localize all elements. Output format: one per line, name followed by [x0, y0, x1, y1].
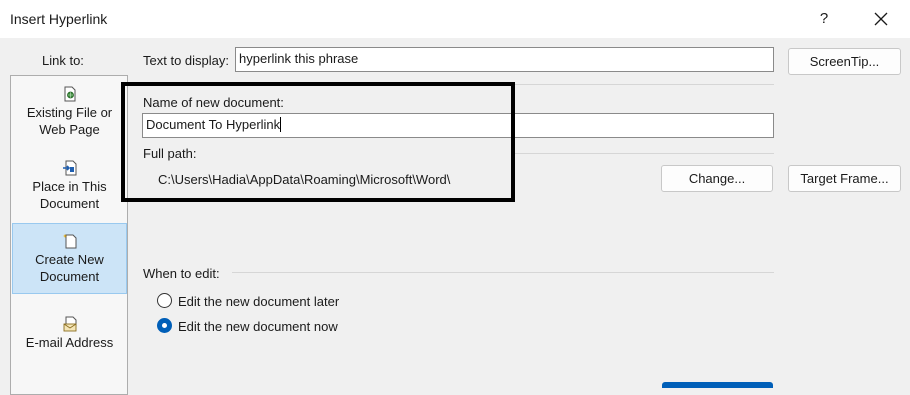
- link-to-existing-file[interactable]: Existing File or Web Page: [12, 86, 127, 138]
- link-to-existing-file-line1: Existing File or: [26, 105, 113, 120]
- edit-now-radio[interactable]: [157, 318, 172, 333]
- when-to-edit-divider: [232, 272, 774, 273]
- dialog-title: Insert Hyperlink: [10, 11, 108, 27]
- edit-later-radio[interactable]: [157, 293, 172, 308]
- link-to-existing-file-line2: Web Page: [39, 122, 100, 137]
- edit-now-label[interactable]: Edit the new document now: [178, 319, 338, 334]
- link-to-create-new-document[interactable]: Create New Document: [12, 223, 127, 294]
- section-divider: [515, 84, 774, 85]
- link-to-place-in-document[interactable]: Place in This Document: [12, 160, 127, 212]
- change-button[interactable]: Change...: [661, 165, 773, 192]
- ok-button[interactable]: [662, 382, 773, 388]
- help-button[interactable]: ?: [810, 6, 838, 32]
- email-address-icon: [63, 316, 76, 332]
- link-to-create-new-document-line2: Document: [39, 269, 100, 284]
- text-to-display-input[interactable]: hyperlink this phrase: [235, 47, 774, 72]
- edit-later-label[interactable]: Edit the new document later: [178, 294, 339, 309]
- title-bar: Insert Hyperlink ?: [0, 0, 910, 38]
- link-to-create-new-document-line1: Create New: [35, 252, 104, 267]
- link-to-place-in-document-line1: Place in This: [32, 179, 107, 194]
- link-to-label: Link to:: [42, 53, 84, 68]
- link-to-email-address-label: E-mail Address: [25, 335, 114, 350]
- target-frame-button[interactable]: Target Frame...: [788, 165, 901, 192]
- highlight-annotation-box: [121, 82, 515, 202]
- existing-file-icon: [64, 86, 75, 102]
- place-in-document-icon: [62, 160, 76, 176]
- text-to-display-label: Text to display:: [143, 53, 229, 68]
- when-to-edit-label: When to edit:: [143, 266, 220, 281]
- close-icon: [874, 12, 888, 26]
- link-to-email-address[interactable]: E-mail Address: [12, 316, 127, 351]
- screentip-button[interactable]: ScreenTip...: [788, 48, 901, 75]
- full-path-divider: [515, 153, 774, 154]
- link-to-panel: Existing File or Web Page Place in This …: [10, 75, 128, 395]
- create-new-document-icon: [62, 234, 76, 249]
- link-to-place-in-document-line2: Document: [39, 196, 100, 211]
- close-button[interactable]: [866, 6, 896, 32]
